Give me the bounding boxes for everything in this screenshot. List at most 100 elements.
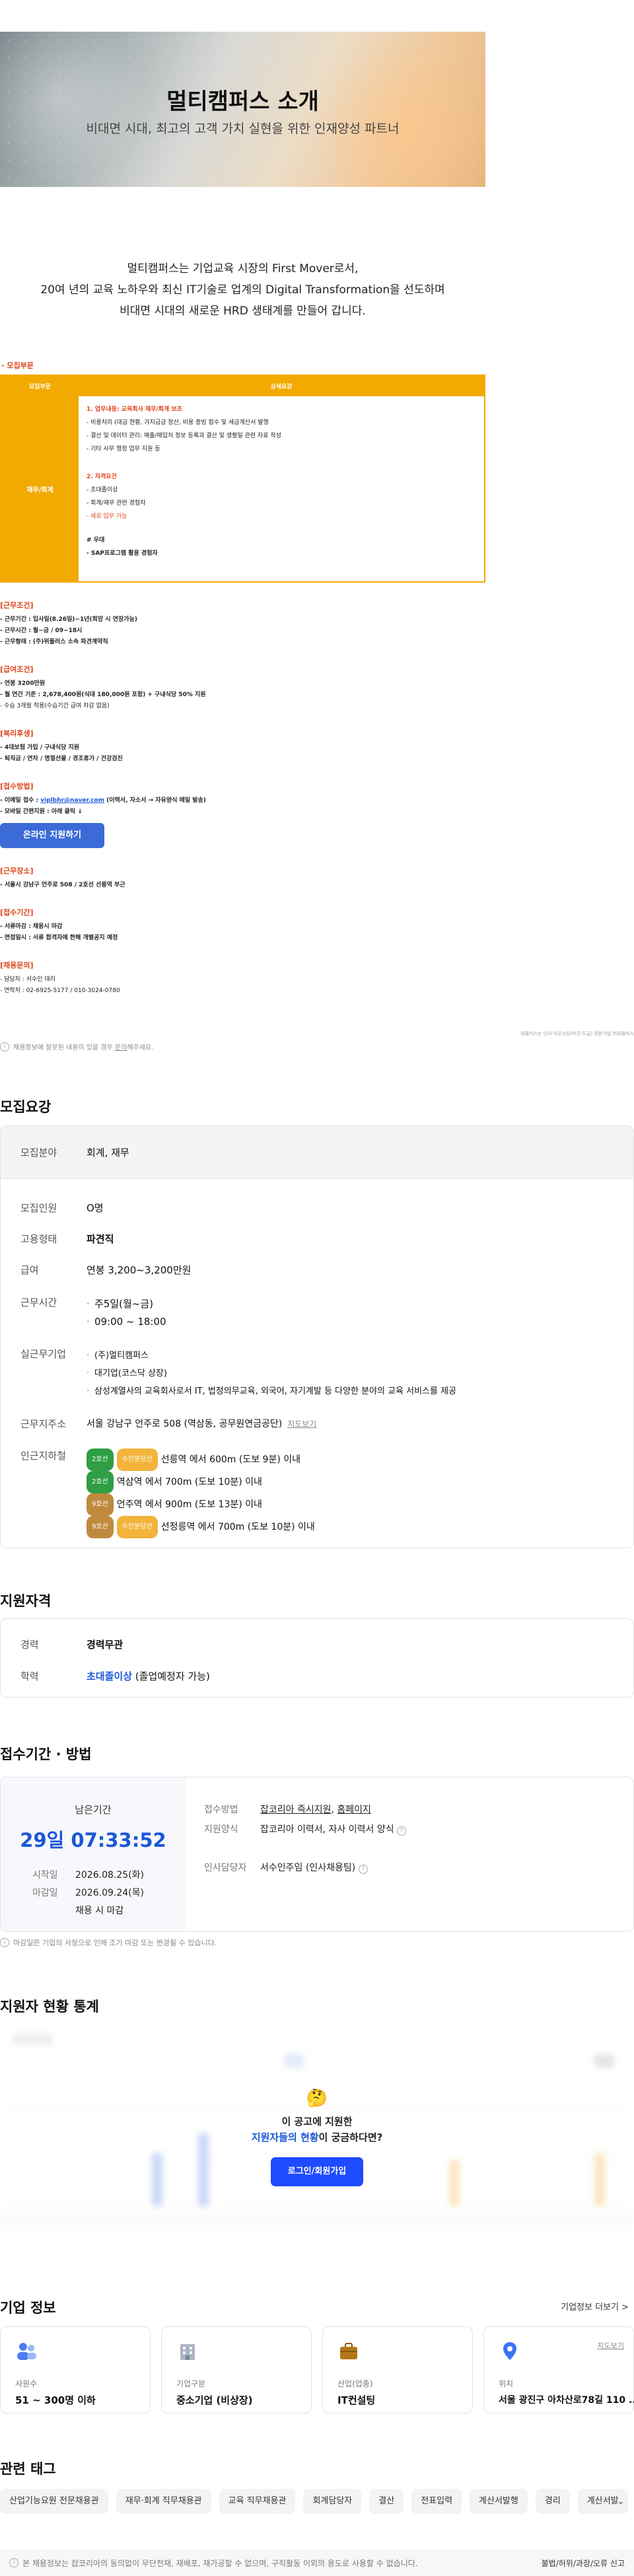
deadline-note: i 마감일은 기업의 사정으로 인해 조기 마감 또는 변경될 수 있습니다. xyxy=(0,1937,217,1948)
welfare-line: - 퇴직금 / 연차 / 명절선물 / 경조휴가 / 건강검진 xyxy=(0,756,123,762)
suin-bundang-badge: 수인분당선 xyxy=(116,1516,158,1538)
tag-item[interactable]: 전표입력 xyxy=(411,2489,462,2514)
intro-text: 멀티캠퍼스는 기업교육 시장의 First Mover로서, 20여 년의 교육… xyxy=(0,187,485,318)
deadline-note-text: 마감일은 기업의 사정으로 인해 조기 마감 또는 변경될 수 있습니다. xyxy=(13,1939,217,1947)
info-icon: i xyxy=(0,1938,9,1947)
building-icon xyxy=(180,2344,195,2360)
posting-dept: 재무/회계 xyxy=(1,396,79,581)
chevron-down-icon[interactable]: ⌄ xyxy=(613,2493,629,2509)
subway-text: 선정릉역 에서 700m (도보 10분) 이내 xyxy=(160,1522,315,1532)
company-label: 실근무기업 xyxy=(20,1348,67,1360)
conditions-line: - 근무형태 : (주)위플러스 소속 파견계약직 xyxy=(0,639,108,645)
address-label: 근무지주소 xyxy=(20,1418,67,1430)
conditions-line: - 근무시간 : 월~금 / 09~18시 xyxy=(0,627,83,634)
company-more-link[interactable]: 기업정보 더보기 > xyxy=(561,2300,629,2312)
location-title: [근무장소] xyxy=(0,867,34,875)
company-title: 기업 정보 xyxy=(0,2300,56,2316)
employees-value: 51 ~ 300명 이하 xyxy=(15,2394,96,2406)
company-value: 대기업(코스닥 상장) xyxy=(87,1365,456,1382)
edu-value: 초대졸이상 xyxy=(87,1670,133,1682)
tag-item[interactable]: 재무·회계 직무채용관 xyxy=(116,2489,211,2514)
subway-row: 9호선 언주역 에서 900m (도보 13분) 이내 xyxy=(87,1493,315,1516)
thinking-emoji: 🤔 xyxy=(306,2089,328,2108)
start-label: 시작일 xyxy=(32,1870,58,1880)
type-label: 고용형태 xyxy=(20,1233,57,1245)
report-link[interactable]: 불법/허위/과장/오류 신고 xyxy=(542,2558,625,2569)
salary-line: - 수습 3개월 적용(수습기간 급여 차감 없음) xyxy=(0,703,110,709)
homepage-link[interactable]: 홈페이지 xyxy=(337,1805,371,1815)
duty-item: - 비용처리 (대금 현황, 가지급금 정산, 비용 증빙 접수 및 세금계산서… xyxy=(87,419,269,426)
intro-line: 멀티캠퍼스는 기업교육 시장의 First Mover로서, xyxy=(127,262,359,275)
notice-text-suffix: 해주세요. xyxy=(127,1044,154,1052)
map-link[interactable]: 지도보기 xyxy=(287,1419,316,1429)
footer-bar: i 본 채용정보는 잡코리아의 동의없이 무단전재, 재배포, 재가공할 수 없… xyxy=(0,2550,634,2576)
pref-item: - SAP프로그램 활용 경험자 xyxy=(87,550,158,557)
duty-title: 1. 업무내용: 교육회사 재무/회계 보조 xyxy=(87,406,183,413)
subway-text: 언주역 에서 900m (도보 13분) 이내 xyxy=(116,1499,262,1510)
footer-text: 본 채용정보는 잡코리아의 동의없이 무단전재, 재배포, 재가공할 수 없으며… xyxy=(22,2558,418,2568)
tag-item[interactable]: 산업기능요원 전문채용관 xyxy=(0,2489,108,2514)
tag-item[interactable]: 계산서발행 xyxy=(470,2489,528,2514)
people-icon xyxy=(17,2343,36,2360)
contact-line: - 연락처 : 02-6925-5177 / 010-3024-0780 xyxy=(0,987,120,994)
process-block: [접수기간] - 서류마감 : 채용시 마감 - 면접일시 : 서류 합격자에 … xyxy=(0,907,485,944)
type-value: 파견직 xyxy=(87,1233,114,1245)
briefcase-icon xyxy=(340,2343,357,2359)
address-value: 서울 강남구 언주로 508 (역삼동, 공무원연금공단) xyxy=(87,1419,283,1429)
welfare-title: [복리후생] xyxy=(0,729,34,738)
salary-line: - 월 연간 기준 : 2,678,400원(식대 180,000원 포함) +… xyxy=(0,692,206,698)
company-card-industry: 산업(업종) IT컨설팅 xyxy=(322,2326,473,2414)
apply-email-link[interactable]: viplbhr@naver.com xyxy=(40,797,104,804)
stats-title: 지원자 현황 통계 xyxy=(0,1999,99,2015)
career-value: 경력무관 xyxy=(87,1639,123,1651)
welfare-line: - 4대보험 가입 / 구내식당 지원 xyxy=(0,744,80,751)
subway-row: 9호선 수인분당선 선정릉역 에서 700m (도보 10분) 이내 xyxy=(87,1516,315,1538)
duty-item: - 결산 및 데이터 관리: 매출/매입처 정보 등록과 결산 및 생활일 관련… xyxy=(87,433,281,439)
posting-col2: 상세요강 xyxy=(270,384,293,390)
time-value: 주5일(월~금) xyxy=(87,1295,166,1313)
start-date: 2026.08.25(화) xyxy=(75,1870,144,1880)
intro-line: 20여 년의 교육 노하우와 최신 IT기술로 업계의 Digital Tran… xyxy=(40,283,445,297)
tag-list: 산업기능요원 전문채용관 재무·회계 직무채용관 교육 직무채용관 회계담당자 결산 전표… xyxy=(0,2489,634,2515)
field-value: 회계, 재무 xyxy=(87,1147,129,1159)
company-value: (주)멀티캠퍼스 xyxy=(87,1347,456,1365)
inquiry-link[interactable]: 문의 xyxy=(115,1044,127,1052)
tag-item[interactable]: 결산 xyxy=(369,2489,404,2514)
field-label: 모집분야 xyxy=(20,1147,57,1159)
hero-title: 멀티캠퍼스 소개 xyxy=(166,89,319,115)
conditions-title: [근무조건] xyxy=(0,601,34,610)
location-block: [근무장소] - 서울시 강남구 언주로 508 / 2호선 선릉역 부근 xyxy=(0,865,485,891)
countdown-timer: 29일 07:33:52 xyxy=(20,1829,166,1851)
process-line: - 서류마감 : 채용시 마감 xyxy=(0,923,63,930)
contact-title: [채용문의] xyxy=(0,961,34,970)
online-apply-button[interactable]: 온라인 지원하기 xyxy=(0,823,104,848)
posting-detail: - 모집부문 모집부문 상세요강 재무/회계 1. 업무내용: 교육회사 재무/… xyxy=(0,360,485,997)
method-label: 접수방법 xyxy=(204,1805,238,1815)
login-signup-button[interactable]: 로그인/회원가입 xyxy=(271,2157,363,2186)
conditions-block: [근무조건] - 근무기간 : 입사일(8.26일)~1년(희망 시 연장가능)… xyxy=(0,600,485,648)
hero-banner: 멀티캠퍼스 소개 비대면 시대, 최고의 고객 가치 실현을 위한 인재양성 파… xyxy=(0,32,485,187)
stats-line1: 이 공고에 지원한 xyxy=(281,2116,353,2128)
jobkorea-apply-link[interactable]: 잡코리아 즉시지원 xyxy=(260,1805,332,1815)
count-label: 모집인원 xyxy=(20,1202,57,1214)
notice-text-prefix: 채용정보에 잘못된 내용이 있을 경우 xyxy=(13,1044,115,1052)
location-label: 위치 xyxy=(499,2379,514,2388)
tag-item[interactable]: 회계담당자 xyxy=(303,2489,362,2514)
help-icon[interactable]: ? xyxy=(358,1865,368,1874)
contact-line: - 담당자 : 서수인 대리 xyxy=(0,976,55,983)
help-icon[interactable]: ? xyxy=(397,1826,407,1836)
posting-table: 모집부문 상세요강 재무/회계 1. 업무내용: 교육회사 재무/회계 보조 -… xyxy=(0,375,485,583)
apply-title: [접수방법] xyxy=(0,782,34,791)
line9-badge: 9호선 xyxy=(87,1516,114,1538)
apply-method: 접수방법 잡코리아 즉시지원, 홈페이지 지원양식 잡코리아 이력서, 자사 이력서… xyxy=(204,1800,407,1878)
company-map-link[interactable]: 지도보기 xyxy=(598,2340,624,2351)
welfare-block: [복리후생] - 4대보험 가입 / 구내식당 지원 - 퇴직금 / 연차 / … xyxy=(0,728,485,765)
tag-item[interactable]: 경리 xyxy=(535,2489,570,2514)
industry-value: IT컨설팅 xyxy=(337,2394,376,2406)
duty-item: - 기타 사무 행정 업무 지원 등 xyxy=(87,446,160,452)
apply-email-line: - 이메일 접수 : viplbhr@naver.com (이력서, 자소서 →… xyxy=(0,795,485,806)
line9-badge: 9호선 xyxy=(87,1493,114,1516)
info-icon: i xyxy=(0,1042,9,1052)
tag-item[interactable]: 교육 직무채용관 xyxy=(219,2489,296,2514)
remaining-label: 남은기간 xyxy=(75,1804,112,1816)
